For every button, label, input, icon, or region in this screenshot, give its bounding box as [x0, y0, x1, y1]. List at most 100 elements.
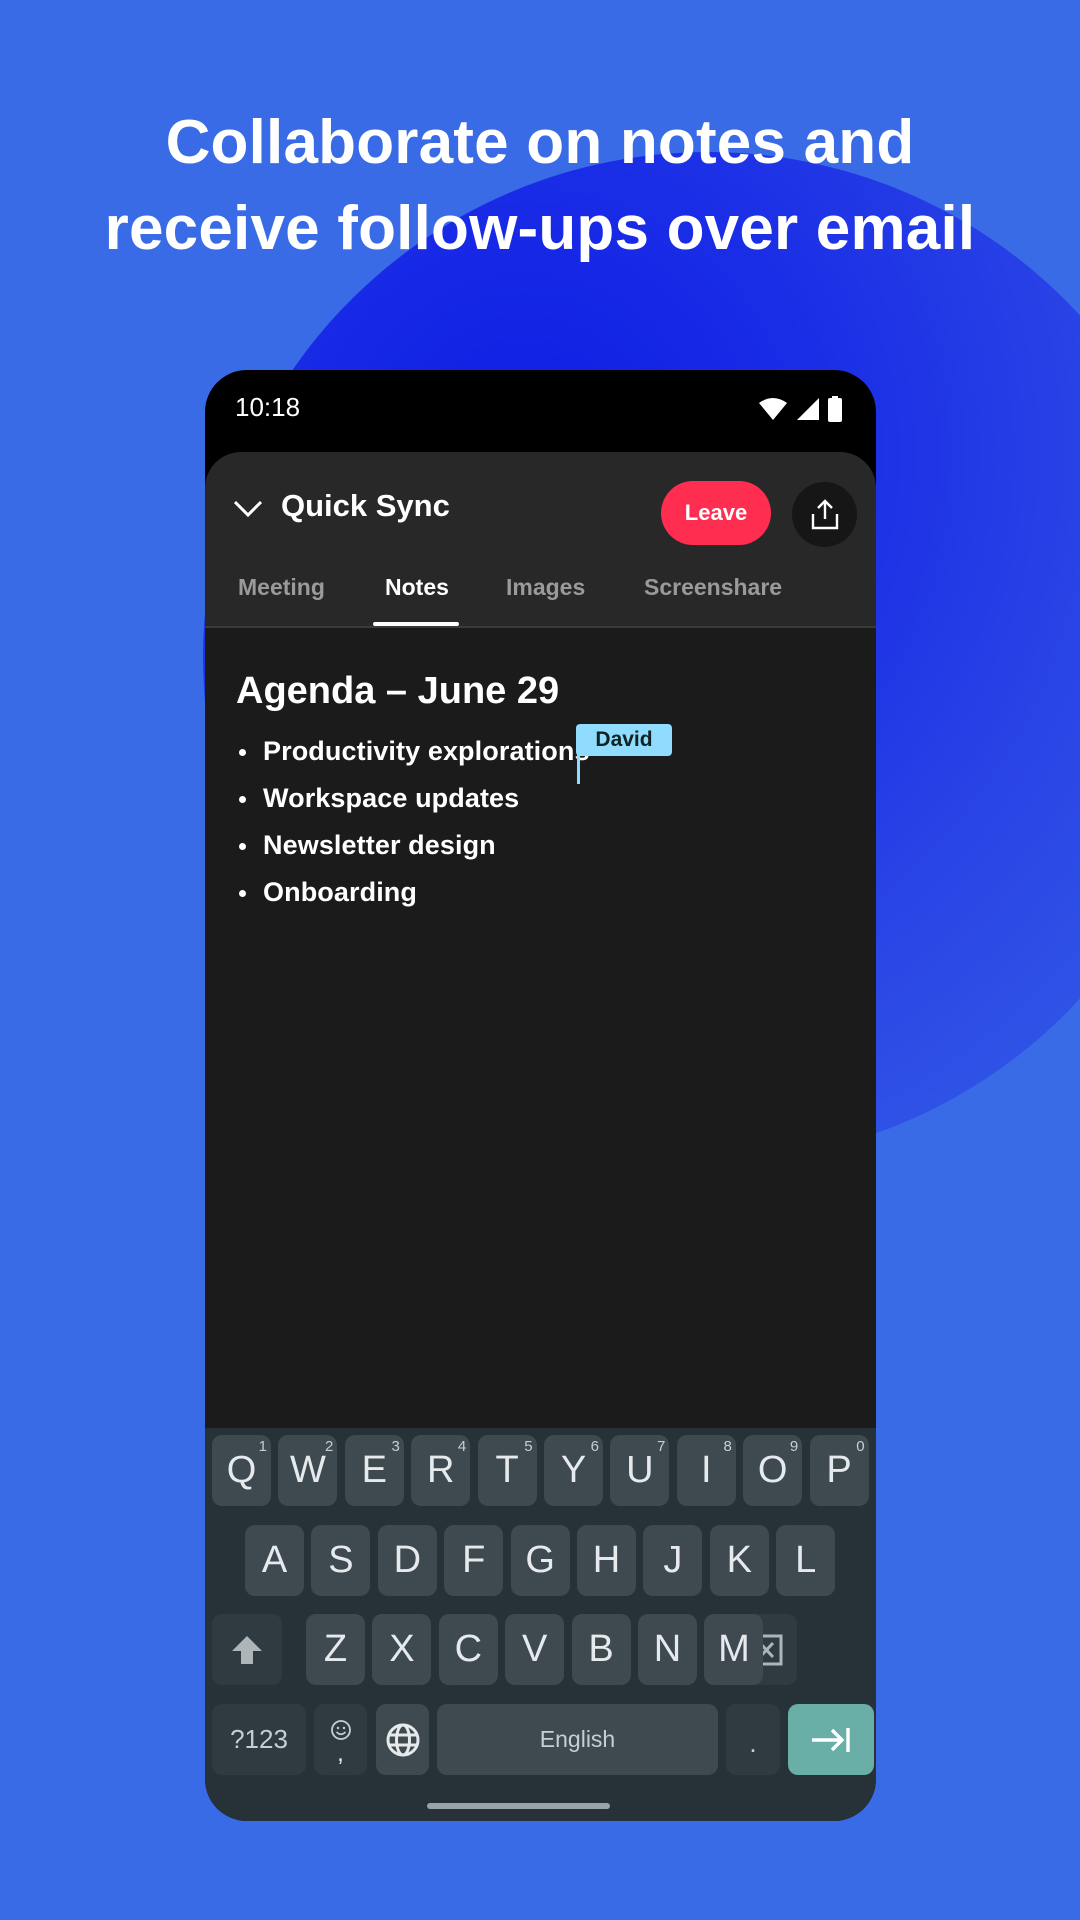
- key-label: W: [289, 1449, 326, 1491]
- list-item[interactable]: Workspace updates: [236, 775, 590, 822]
- key-hint: 0: [856, 1438, 865, 1455]
- period-key[interactable]: .: [726, 1704, 780, 1775]
- key-o[interactable]: O9: [743, 1435, 803, 1506]
- key-d[interactable]: D: [377, 1525, 437, 1596]
- key-p[interactable]: P0: [809, 1435, 869, 1506]
- notes-title[interactable]: Agenda – June 29: [236, 670, 559, 713]
- status-time: 10:18: [235, 392, 301, 422]
- key-g[interactable]: G: [510, 1525, 570, 1596]
- app-header: Quick Sync Leave Meeting Notes Images Sc…: [205, 452, 876, 628]
- key-label: V: [522, 1628, 548, 1670]
- key-label: G: [525, 1539, 555, 1581]
- tab-images[interactable]: Images: [506, 574, 585, 601]
- key-label: N: [653, 1628, 682, 1670]
- phone-frame: 10:18 Quick Sync Leave Meeting Notes Ima…: [205, 370, 876, 1821]
- key-label: K: [726, 1539, 752, 1581]
- key-t[interactable]: T5: [477, 1435, 537, 1506]
- status-icons: [758, 396, 842, 422]
- key-x[interactable]: X: [372, 1614, 432, 1685]
- key-y[interactable]: Y6: [544, 1435, 603, 1506]
- agenda-list: Productivity explorations Workspace upda…: [236, 728, 590, 916]
- key-v[interactable]: V: [505, 1614, 565, 1685]
- language-key[interactable]: [376, 1704, 429, 1775]
- enter-key[interactable]: [788, 1704, 874, 1775]
- key-hint: 9: [789, 1438, 799, 1455]
- battery-icon: [828, 396, 842, 422]
- chevron-down-icon[interactable]: [231, 492, 265, 526]
- home-indicator[interactable]: [427, 1803, 610, 1809]
- wifi-icon: [759, 398, 787, 420]
- key-e[interactable]: E3: [344, 1435, 404, 1506]
- meeting-title: Quick Sync: [281, 488, 450, 523]
- collaborator-cursor-label: David: [576, 724, 672, 756]
- key-b[interactable]: B: [571, 1614, 631, 1685]
- list-item[interactable]: Productivity explorations: [236, 728, 590, 775]
- key-hint: 8: [723, 1438, 732, 1455]
- key-label: S: [328, 1539, 354, 1581]
- cellular-signal-icon: [797, 398, 819, 420]
- key-m[interactable]: M: [704, 1614, 764, 1685]
- key-label: U: [626, 1449, 654, 1491]
- key-u[interactable]: U7: [610, 1435, 670, 1506]
- key-label: E: [361, 1449, 387, 1491]
- shift-arrow-icon: [232, 1635, 262, 1664]
- emoji-comma-key[interactable]: ,: [314, 1704, 367, 1775]
- key-w[interactable]: W2: [278, 1435, 338, 1506]
- share-button[interactable]: [792, 482, 857, 547]
- key-hint: 6: [590, 1438, 599, 1455]
- notes-editor[interactable]: Agenda – June 29 Productivity exploratio…: [205, 628, 876, 1428]
- key-label: D: [393, 1539, 422, 1581]
- on-screen-keyboard: ?123 , English . Q 1 W 2 E 3 R 4 T 5 Y 6…: [205, 1428, 876, 1821]
- key-label: T: [495, 1449, 519, 1491]
- key-i[interactable]: I8: [676, 1435, 736, 1506]
- key-label: P: [826, 1449, 852, 1491]
- headline: Collaborate on notes and receive follow-…: [0, 100, 1080, 272]
- key-label: I: [701, 1449, 712, 1491]
- key-label: Q: [226, 1449, 257, 1491]
- tab-notes[interactable]: Notes: [385, 574, 449, 601]
- space-bar[interactable]: English: [437, 1704, 718, 1775]
- key-label: Z: [323, 1628, 348, 1670]
- key-label: X: [389, 1628, 415, 1670]
- key-label: F: [462, 1539, 486, 1581]
- key-label: H: [592, 1539, 621, 1581]
- key-c[interactable]: C: [438, 1614, 498, 1685]
- key-hint: 7: [657, 1438, 666, 1455]
- tab-next-arrow-icon: [812, 1727, 850, 1752]
- key-f[interactable]: F: [444, 1525, 504, 1596]
- key-a[interactable]: A: [245, 1525, 304, 1596]
- key-r[interactable]: R4: [411, 1435, 471, 1506]
- active-tab-indicator: [373, 622, 459, 626]
- list-item[interactable]: Newsletter design: [236, 822, 590, 869]
- key-k[interactable]: K: [709, 1525, 769, 1596]
- key-label: O: [757, 1449, 788, 1491]
- tab-screenshare[interactable]: Screenshare: [644, 574, 782, 601]
- key-hint: 5: [524, 1438, 533, 1455]
- key-label: Y: [560, 1449, 587, 1491]
- leave-button[interactable]: Leave: [661, 481, 771, 545]
- key-q[interactable]: Q1: [212, 1435, 271, 1506]
- share-upload-icon: [811, 498, 838, 529]
- key-label: R: [426, 1449, 455, 1491]
- key-label: M: [718, 1628, 750, 1670]
- key-h[interactable]: H: [577, 1525, 636, 1596]
- key-label: J: [663, 1539, 683, 1581]
- key-n[interactable]: N: [638, 1614, 697, 1685]
- key-label: L: [795, 1539, 817, 1581]
- key-z[interactable]: Z: [306, 1614, 365, 1685]
- collaborator-cursor-caret: [577, 754, 580, 784]
- key-s[interactable]: S: [311, 1525, 371, 1596]
- key-label: A: [261, 1539, 288, 1581]
- list-item[interactable]: Onboarding: [236, 869, 590, 916]
- key-l[interactable]: L: [776, 1525, 836, 1596]
- key-hint: 1: [258, 1438, 267, 1455]
- key-j[interactable]: J: [643, 1525, 703, 1596]
- shift-key[interactable]: [212, 1614, 282, 1685]
- emoji-icon: [330, 1719, 351, 1740]
- headline-line-1: Collaborate on notes and: [165, 108, 915, 177]
- tab-bar: Meeting Notes Images Screenshare: [205, 564, 876, 628]
- symbols-key[interactable]: ?123: [212, 1704, 306, 1775]
- key-hint: 3: [391, 1438, 400, 1455]
- key-label: C: [454, 1628, 483, 1670]
- tab-meeting[interactable]: Meeting: [238, 574, 325, 601]
